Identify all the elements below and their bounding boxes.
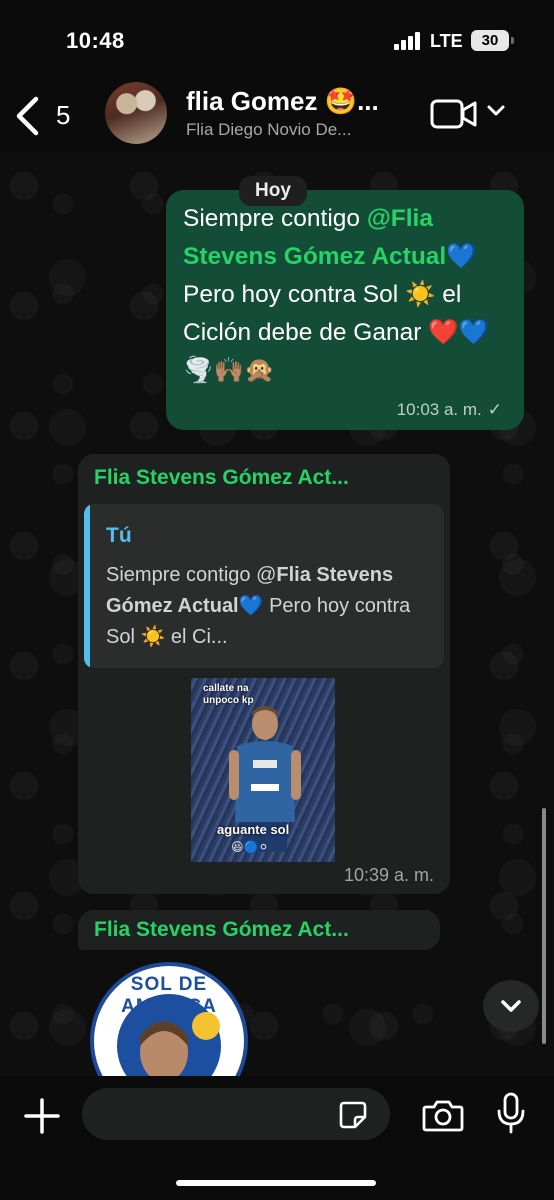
sticker-caption-bottom: aguante sol — [217, 822, 290, 837]
back-chevron-icon — [16, 96, 39, 136]
status-time: 10:48 — [66, 28, 125, 53]
quote-bar — [84, 504, 90, 668]
sticker-caption-top: callate na unpoco kp — [203, 683, 254, 706]
microphone-icon[interactable] — [496, 1092, 526, 1134]
group-avatar[interactable] — [105, 82, 167, 144]
plus-icon[interactable] — [24, 1098, 60, 1134]
network-type: LTE — [430, 31, 463, 51]
battery-tip — [511, 37, 514, 44]
outgoing-message[interactable]: Siempre contigo @Flia Stevens Gómez Actu… — [166, 190, 524, 430]
video-call-icon[interactable] — [430, 98, 478, 130]
composer-bar — [0, 1076, 554, 1200]
message-time: 10:39 a. m. — [343, 865, 434, 885]
message-time: 10:03 a. m. — [396, 400, 482, 419]
group-title[interactable]: flia Gomez 🤩... — [186, 86, 379, 117]
home-indicator — [176, 1180, 376, 1186]
quoted-message[interactable]: Tú Siempre contigo @Flia Stevens Gómez A… — [84, 504, 444, 668]
status-bar: 10:48 LTE 30 — [0, 0, 554, 80]
quote-text: Siempre contigo @Flia Stevens Gómez Actu… — [106, 564, 411, 648]
camera-icon[interactable] — [422, 1098, 464, 1132]
sender-name[interactable]: Flia Stevens Gómez Act... — [94, 466, 349, 490]
incoming-message[interactable]: Flia Stevens Gómez Act... Tú Siempre con… — [78, 454, 450, 894]
sent-check-icon: ✓ — [487, 400, 502, 419]
scroll-down-icon — [501, 1000, 521, 1012]
sticker-emoji: 😃🔵⚪ — [231, 840, 269, 854]
back-button[interactable]: 5 — [14, 94, 84, 138]
group-subtitle[interactable]: Flia Diego Novio De... — [186, 120, 351, 140]
quote-author: Tú — [106, 524, 132, 547]
message-text: Siempre contigo @Flia Stevens Gómez Actu… — [183, 205, 490, 384]
incoming-message-header[interactable]: Flia Stevens Gómez Act... — [78, 910, 440, 950]
signal-icon — [394, 32, 422, 50]
sender-name[interactable]: Flia Stevens Gómez Act... — [94, 918, 349, 942]
scroll-down-button[interactable] — [483, 980, 539, 1032]
sticker-image[interactable]: callate na unpoco kp aguante sol 😃🔵⚪ — [191, 678, 335, 862]
chat-header: 5 flia Gomez 🤩... Flia Diego Novio De... — [0, 80, 554, 152]
battery-icon: 30 — [471, 30, 509, 51]
date-chip: Hoy — [239, 176, 307, 206]
sticker-icon[interactable] — [338, 1100, 368, 1130]
unread-count: 5 — [56, 100, 71, 130]
message-meta: 10:03 a. m. ✓ — [397, 400, 502, 420]
chevron-down-icon[interactable] — [486, 104, 506, 118]
scrollbar[interactable] — [542, 808, 546, 1044]
